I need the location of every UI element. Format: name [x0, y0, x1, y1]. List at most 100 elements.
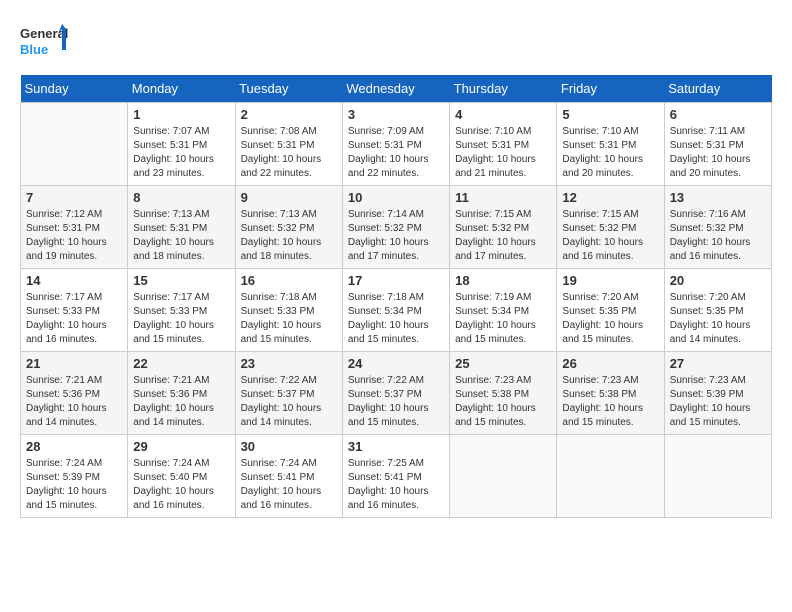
calendar-cell: 26 Sunrise: 7:23 AMSunset: 5:38 PMDaylig… [557, 352, 664, 435]
day-header-thursday: Thursday [450, 75, 557, 103]
calendar-cell: 21 Sunrise: 7:21 AMSunset: 5:36 PMDaylig… [21, 352, 128, 435]
day-info: Sunrise: 7:24 AMSunset: 5:41 PMDaylight:… [241, 457, 337, 513]
day-number: 9 [241, 190, 337, 205]
day-number: 31 [348, 439, 444, 454]
day-info: Sunrise: 7:21 AMSunset: 5:36 PMDaylight:… [133, 374, 229, 430]
day-info: Sunrise: 7:14 AMSunset: 5:32 PMDaylight:… [348, 208, 444, 264]
calendar-cell: 10 Sunrise: 7:14 AMSunset: 5:32 PMDaylig… [342, 186, 449, 269]
calendar-cell: 18 Sunrise: 7:19 AMSunset: 5:34 PMDaylig… [450, 269, 557, 352]
day-info: Sunrise: 7:10 AMSunset: 5:31 PMDaylight:… [455, 125, 551, 181]
day-info: Sunrise: 7:16 AMSunset: 5:32 PMDaylight:… [670, 208, 766, 264]
day-info: Sunrise: 7:17 AMSunset: 5:33 PMDaylight:… [26, 291, 122, 347]
day-number: 4 [455, 107, 551, 122]
header-row: SundayMondayTuesdayWednesdayThursdayFrid… [21, 75, 772, 103]
calendar-cell: 14 Sunrise: 7:17 AMSunset: 5:33 PMDaylig… [21, 269, 128, 352]
svg-text:Blue: Blue [20, 42, 48, 57]
day-info: Sunrise: 7:18 AMSunset: 5:34 PMDaylight:… [348, 291, 444, 347]
day-number: 8 [133, 190, 229, 205]
day-number: 6 [670, 107, 766, 122]
calendar-cell: 30 Sunrise: 7:24 AMSunset: 5:41 PMDaylig… [235, 435, 342, 518]
day-number: 11 [455, 190, 551, 205]
day-info: Sunrise: 7:18 AMSunset: 5:33 PMDaylight:… [241, 291, 337, 347]
week-row-4: 21 Sunrise: 7:21 AMSunset: 5:36 PMDaylig… [21, 352, 772, 435]
day-info: Sunrise: 7:13 AMSunset: 5:31 PMDaylight:… [133, 208, 229, 264]
calendar-cell: 8 Sunrise: 7:13 AMSunset: 5:31 PMDayligh… [128, 186, 235, 269]
calendar-cell: 7 Sunrise: 7:12 AMSunset: 5:31 PMDayligh… [21, 186, 128, 269]
day-number: 3 [348, 107, 444, 122]
day-info: Sunrise: 7:22 AMSunset: 5:37 PMDaylight:… [348, 374, 444, 430]
calendar-cell: 3 Sunrise: 7:09 AMSunset: 5:31 PMDayligh… [342, 103, 449, 186]
calendar-cell: 29 Sunrise: 7:24 AMSunset: 5:40 PMDaylig… [128, 435, 235, 518]
day-number: 29 [133, 439, 229, 454]
calendar-cell: 27 Sunrise: 7:23 AMSunset: 5:39 PMDaylig… [664, 352, 771, 435]
day-info: Sunrise: 7:09 AMSunset: 5:31 PMDaylight:… [348, 125, 444, 181]
calendar-cell: 17 Sunrise: 7:18 AMSunset: 5:34 PMDaylig… [342, 269, 449, 352]
day-number: 24 [348, 356, 444, 371]
day-number: 28 [26, 439, 122, 454]
calendar-cell [450, 435, 557, 518]
day-number: 13 [670, 190, 766, 205]
day-info: Sunrise: 7:23 AMSunset: 5:38 PMDaylight:… [455, 374, 551, 430]
calendar-cell: 19 Sunrise: 7:20 AMSunset: 5:35 PMDaylig… [557, 269, 664, 352]
calendar-cell: 4 Sunrise: 7:10 AMSunset: 5:31 PMDayligh… [450, 103, 557, 186]
day-info: Sunrise: 7:23 AMSunset: 5:39 PMDaylight:… [670, 374, 766, 430]
calendar-cell: 13 Sunrise: 7:16 AMSunset: 5:32 PMDaylig… [664, 186, 771, 269]
day-number: 27 [670, 356, 766, 371]
day-info: Sunrise: 7:22 AMSunset: 5:37 PMDaylight:… [241, 374, 337, 430]
calendar-cell: 24 Sunrise: 7:22 AMSunset: 5:37 PMDaylig… [342, 352, 449, 435]
day-number: 20 [670, 273, 766, 288]
calendar-cell: 28 Sunrise: 7:24 AMSunset: 5:39 PMDaylig… [21, 435, 128, 518]
day-number: 12 [562, 190, 658, 205]
calendar-cell: 20 Sunrise: 7:20 AMSunset: 5:35 PMDaylig… [664, 269, 771, 352]
day-number: 18 [455, 273, 551, 288]
day-number: 25 [455, 356, 551, 371]
page-header: General Blue [20, 20, 772, 65]
day-info: Sunrise: 7:07 AMSunset: 5:31 PMDaylight:… [133, 125, 229, 181]
day-info: Sunrise: 7:15 AMSunset: 5:32 PMDaylight:… [455, 208, 551, 264]
calendar-table: SundayMondayTuesdayWednesdayThursdayFrid… [20, 75, 772, 518]
day-info: Sunrise: 7:20 AMSunset: 5:35 PMDaylight:… [562, 291, 658, 347]
day-number: 10 [348, 190, 444, 205]
day-number: 15 [133, 273, 229, 288]
calendar-cell: 11 Sunrise: 7:15 AMSunset: 5:32 PMDaylig… [450, 186, 557, 269]
day-number: 30 [241, 439, 337, 454]
calendar-cell: 15 Sunrise: 7:17 AMSunset: 5:33 PMDaylig… [128, 269, 235, 352]
calendar-cell [557, 435, 664, 518]
calendar-cell: 12 Sunrise: 7:15 AMSunset: 5:32 PMDaylig… [557, 186, 664, 269]
calendar-cell: 1 Sunrise: 7:07 AMSunset: 5:31 PMDayligh… [128, 103, 235, 186]
day-number: 23 [241, 356, 337, 371]
day-number: 17 [348, 273, 444, 288]
calendar-cell: 5 Sunrise: 7:10 AMSunset: 5:31 PMDayligh… [557, 103, 664, 186]
day-header-sunday: Sunday [21, 75, 128, 103]
calendar-cell [664, 435, 771, 518]
week-row-3: 14 Sunrise: 7:17 AMSunset: 5:33 PMDaylig… [21, 269, 772, 352]
calendar-cell: 16 Sunrise: 7:18 AMSunset: 5:33 PMDaylig… [235, 269, 342, 352]
day-header-saturday: Saturday [664, 75, 771, 103]
day-info: Sunrise: 7:20 AMSunset: 5:35 PMDaylight:… [670, 291, 766, 347]
calendar-cell: 22 Sunrise: 7:21 AMSunset: 5:36 PMDaylig… [128, 352, 235, 435]
logo-svg: General Blue [20, 20, 70, 65]
day-info: Sunrise: 7:19 AMSunset: 5:34 PMDaylight:… [455, 291, 551, 347]
day-info: Sunrise: 7:25 AMSunset: 5:41 PMDaylight:… [348, 457, 444, 513]
day-number: 2 [241, 107, 337, 122]
calendar-cell: 2 Sunrise: 7:08 AMSunset: 5:31 PMDayligh… [235, 103, 342, 186]
day-header-monday: Monday [128, 75, 235, 103]
day-number: 7 [26, 190, 122, 205]
calendar-cell: 23 Sunrise: 7:22 AMSunset: 5:37 PMDaylig… [235, 352, 342, 435]
day-header-wednesday: Wednesday [342, 75, 449, 103]
week-row-5: 28 Sunrise: 7:24 AMSunset: 5:39 PMDaylig… [21, 435, 772, 518]
week-row-2: 7 Sunrise: 7:12 AMSunset: 5:31 PMDayligh… [21, 186, 772, 269]
day-number: 5 [562, 107, 658, 122]
calendar-cell: 9 Sunrise: 7:13 AMSunset: 5:32 PMDayligh… [235, 186, 342, 269]
logo: General Blue [20, 20, 70, 65]
day-number: 22 [133, 356, 229, 371]
day-number: 1 [133, 107, 229, 122]
day-number: 26 [562, 356, 658, 371]
calendar-cell: 6 Sunrise: 7:11 AMSunset: 5:31 PMDayligh… [664, 103, 771, 186]
calendar-cell: 31 Sunrise: 7:25 AMSunset: 5:41 PMDaylig… [342, 435, 449, 518]
day-info: Sunrise: 7:24 AMSunset: 5:40 PMDaylight:… [133, 457, 229, 513]
day-info: Sunrise: 7:12 AMSunset: 5:31 PMDaylight:… [26, 208, 122, 264]
day-header-friday: Friday [557, 75, 664, 103]
day-info: Sunrise: 7:10 AMSunset: 5:31 PMDaylight:… [562, 125, 658, 181]
day-info: Sunrise: 7:13 AMSunset: 5:32 PMDaylight:… [241, 208, 337, 264]
